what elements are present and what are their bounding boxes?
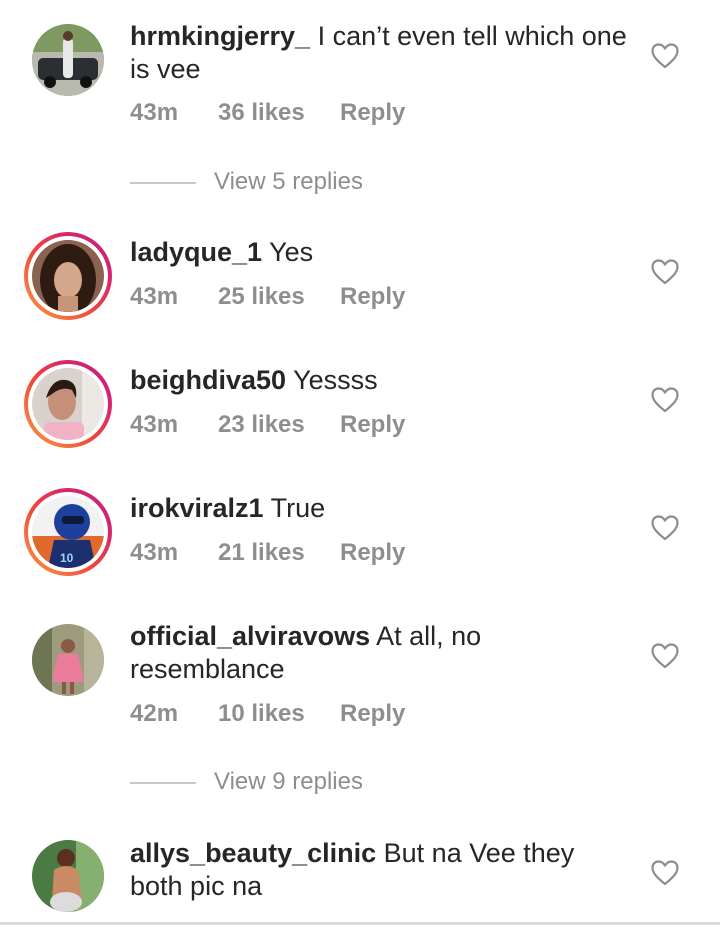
divider-line	[130, 182, 196, 184]
avatar[interactable]	[24, 232, 112, 320]
comment-text: ladyque_1 Yes	[130, 236, 630, 269]
comment-username[interactable]: irokviralz1	[130, 493, 264, 523]
comment-time: 43m	[130, 539, 179, 566]
comment-username[interactable]: ladyque_1	[130, 237, 262, 267]
view-replies-label: View 5 replies	[214, 168, 363, 195]
avatar-ring-gap	[28, 236, 108, 316]
reply-button[interactable]: Reply	[340, 700, 405, 728]
likes-count[interactable]: 10 likes	[218, 700, 305, 728]
heart-outline-icon[interactable]	[651, 643, 679, 669]
avatar[interactable]	[32, 840, 104, 912]
avatar[interactable]	[24, 360, 112, 448]
likes-count[interactable]: 25 likes	[218, 283, 305, 311]
comment-time: 43m	[130, 99, 179, 126]
view-replies-label: View 9 replies	[214, 768, 363, 795]
svg-text:10: 10	[60, 551, 74, 565]
comment-body: True	[270, 493, 326, 523]
heart-outline-icon[interactable]	[651, 259, 679, 285]
avatar-image	[32, 624, 104, 696]
heart-outline-icon[interactable]	[651, 515, 679, 541]
divider-line	[130, 782, 196, 784]
comment-body: Yes	[269, 237, 314, 267]
heart-outline-icon[interactable]	[651, 860, 679, 886]
likes-count[interactable]: 36 likes	[218, 99, 305, 127]
avatar-ring-gap	[28, 364, 108, 444]
comment-body: Yessss	[293, 365, 378, 395]
comment-time: 42m	[130, 700, 179, 727]
comment-text: hrmkingjerry_ I can’t even tell which on…	[130, 20, 630, 86]
comment-username[interactable]: beighdiva50	[130, 365, 286, 395]
comment-text: beighdiva50 Yessss	[130, 364, 630, 397]
reply-button[interactable]: Reply	[340, 539, 405, 567]
comment-username[interactable]: allys_beauty_clinic	[130, 838, 376, 868]
heart-outline-icon[interactable]	[651, 387, 679, 413]
comment-time: 43m	[130, 283, 179, 310]
avatar-image	[32, 24, 104, 96]
comment-text: irokviralz1 True	[130, 492, 630, 525]
likes-count[interactable]: 21 likes	[218, 539, 305, 567]
avatar[interactable]	[32, 624, 104, 696]
avatar-image: 10	[32, 496, 104, 568]
reply-button[interactable]: Reply	[340, 99, 405, 127]
likes-count[interactable]: 23 likes	[218, 411, 305, 439]
reply-button[interactable]: Reply	[340, 283, 405, 311]
comment-text: official_alviravows At all, no resemblan…	[130, 620, 630, 686]
avatar-image	[32, 240, 104, 312]
reply-button[interactable]: Reply	[340, 411, 405, 439]
avatar-ring-gap: 10	[28, 492, 108, 572]
avatar[interactable]	[32, 24, 104, 96]
comment-text: allys_beauty_clinic But na Vee they both…	[130, 837, 630, 903]
avatar[interactable]: 10	[24, 488, 112, 576]
comment-username[interactable]: hrmkingjerry_	[130, 21, 310, 51]
avatar-image	[32, 840, 104, 912]
avatar-image	[32, 368, 104, 440]
comment-username[interactable]: official_alviravows	[130, 621, 370, 651]
heart-outline-icon[interactable]	[651, 43, 679, 69]
comment-time: 43m	[130, 411, 179, 438]
